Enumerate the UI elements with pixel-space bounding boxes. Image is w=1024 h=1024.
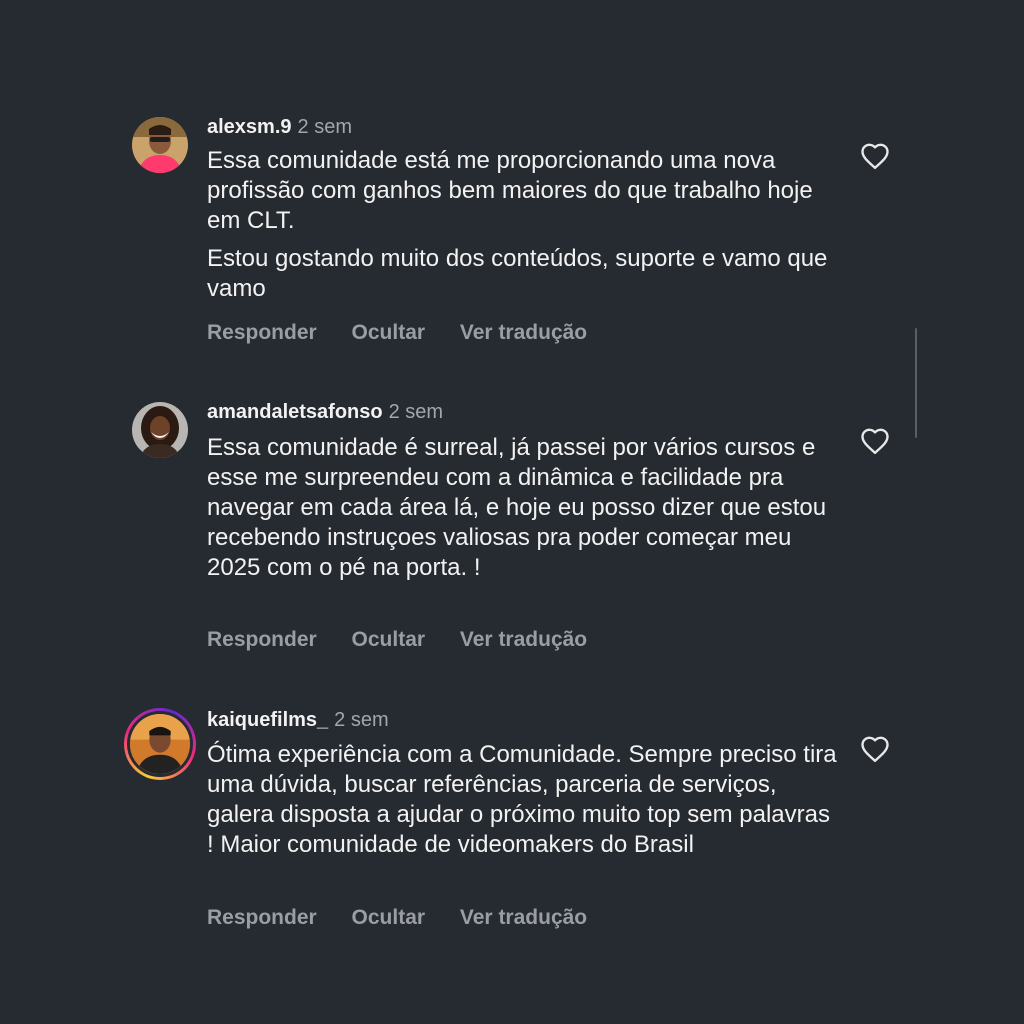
reply-button[interactable]: Responder: [207, 906, 317, 929]
timestamp: 2 sem: [388, 401, 444, 423]
comment-paragraph: Essa comunidade é surreal, já passei por…: [207, 434, 827, 581]
username[interactable]: amandaletsafonso: [207, 401, 383, 423]
timestamp: 2 sem: [334, 709, 389, 731]
reply-button[interactable]: Responder: [207, 321, 317, 344]
avatar-story-ring[interactable]: [124, 708, 196, 780]
comment-paragraph: Ótima experiência com a Comunidade. Semp…: [207, 741, 837, 858]
comment-actions: Responder Ocultar Ver tradução: [207, 628, 616, 652]
avatar-image: [132, 117, 188, 173]
avatar-image: [130, 714, 190, 774]
avatar: [127, 711, 193, 777]
translate-button[interactable]: Ver tradução: [460, 628, 587, 651]
timestamp: 2 sem: [297, 116, 352, 138]
avatar-image: [132, 402, 188, 458]
hide-button[interactable]: Ocultar: [352, 628, 426, 651]
heart-icon[interactable]: [860, 735, 890, 763]
username[interactable]: kaiquefilms_: [207, 709, 328, 731]
comment-meta: alexsm.9 2 sem: [207, 115, 352, 139]
scrollbar[interactable]: [915, 328, 917, 438]
comment-text: Ótima experiência com a Comunidade. Semp…: [207, 740, 837, 860]
reply-button[interactable]: Responder: [207, 628, 317, 651]
comment-meta: amandaletsafonso 2 sem: [207, 400, 443, 424]
heart-icon[interactable]: [860, 142, 890, 170]
hide-button[interactable]: Ocultar: [352, 321, 426, 344]
comment-text: Essa comunidade está me proporcionando u…: [207, 146, 837, 304]
comment-actions: Responder Ocultar Ver tradução: [207, 906, 616, 930]
translate-button[interactable]: Ver tradução: [460, 321, 587, 344]
comment-paragraph: Estou gostando muito dos conteúdos, supo…: [207, 245, 828, 302]
comment-meta: kaiquefilms_ 2 sem: [207, 708, 389, 732]
avatar[interactable]: [132, 117, 188, 173]
comment-actions: Responder Ocultar Ver tradução: [207, 321, 616, 345]
heart-icon[interactable]: [860, 427, 890, 455]
avatar[interactable]: [132, 402, 188, 458]
username[interactable]: alexsm.9: [207, 116, 292, 138]
translate-button[interactable]: Ver tradução: [460, 906, 587, 929]
hide-button[interactable]: Ocultar: [352, 906, 426, 929]
comment-text: Essa comunidade é surreal, já passei por…: [207, 433, 837, 583]
comment-paragraph: Essa comunidade está me proporcionando u…: [207, 147, 813, 234]
